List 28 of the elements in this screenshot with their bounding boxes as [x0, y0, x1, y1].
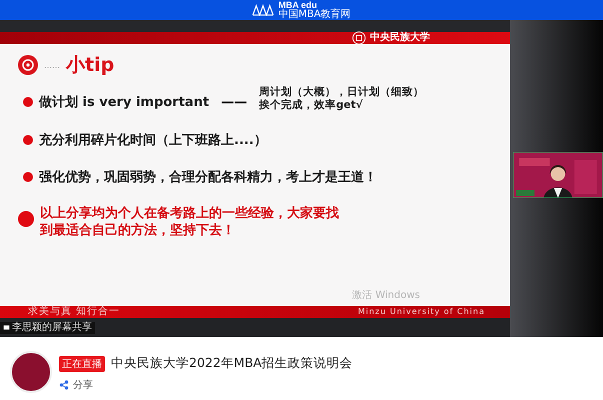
- slide-heading: 小tip: [66, 53, 114, 78]
- screen-share-label: 李思颖的屏幕共享: [12, 322, 92, 332]
- dash: ——: [221, 94, 248, 110]
- share-button[interactable]: 分享: [59, 378, 353, 392]
- university-logo-text: 中央民族大学: [370, 33, 430, 43]
- bullet-dot-icon: [23, 135, 33, 145]
- footer-motto: 求美与真 知行合一: [28, 307, 120, 317]
- share-icon: [59, 380, 69, 390]
- bullet-text: 以上分享均为个人在备考路上的一些经验，大家要找到最适合自己的方法，坚持下去！: [40, 205, 340, 239]
- heading-dots: ……: [44, 60, 60, 70]
- logo-subtitle: 中国MBA教育网: [278, 10, 351, 20]
- logo-text: MBA edu: [278, 0, 318, 10]
- detail-text: 挨个完成，效率get√: [259, 99, 364, 112]
- monitor-icon: [3, 324, 10, 331]
- live-badge: 正在直播: [59, 356, 105, 372]
- channel-avatar[interactable]: [10, 351, 52, 393]
- logo-icon: [252, 4, 274, 16]
- stream-title: 中央民族大学2022年MBA招生政策说明会: [111, 355, 353, 372]
- bullet-text: 充分利用碎片化时间（上下班路上....）: [39, 132, 267, 149]
- bullet-dot-icon: [23, 172, 33, 182]
- footer-name: Minzu University of China: [358, 308, 485, 316]
- target-icon: [18, 55, 38, 75]
- bullet-dot-icon: [18, 211, 34, 227]
- bullet-text: 强化优势，巩固弱势，合理分配各科精力，考上才是王道！: [39, 169, 377, 186]
- system-notice: 激活 Windows: [352, 289, 420, 302]
- bullet-dot-icon: [23, 97, 33, 107]
- bullet-text: 做计划 is very important: [39, 94, 210, 111]
- detail-text: 周计划（大概），日计划（细致）: [259, 86, 424, 98]
